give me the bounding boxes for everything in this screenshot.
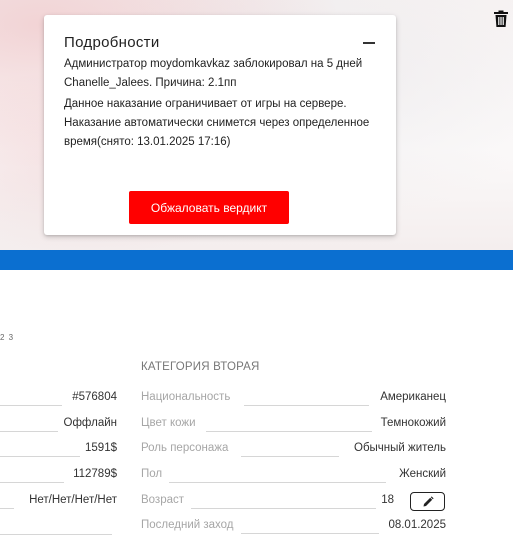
row-value: Темнокожий [380,417,446,429]
row-value: 1591$ [85,442,117,454]
row-divider [0,534,112,535]
character-role-row: Роль персонажа Обычный житель [141,442,446,460]
category-one-row: Нет/Нет/Нет/Нет [0,494,117,512]
row-label: Возраст [141,494,185,506]
category-one-row: Оффлайн [0,417,117,435]
row-divider [169,482,386,483]
row-divider [0,482,64,483]
row-divider [244,405,369,406]
row-value: Нет/Нет/Нет/Нет [29,494,117,506]
last-login-row: Последний заход 08.01.2025 [141,519,446,537]
row-label: Национальность [141,391,231,403]
row-label: Цвет кожи [141,417,196,429]
ban-info-text: Данное наказание ограничивает от игры на… [64,98,370,148]
category-one-row: 112789$ [0,468,117,486]
edit-age-button[interactable] [410,492,445,511]
category-two-title: КАТЕГОРИЯ ВТОРАЯ [141,361,260,373]
category-one-row [0,520,117,538]
row-divider [0,431,58,432]
row-divider [0,405,62,406]
nationality-row: Национальность Американец [141,391,446,409]
header-bar [0,250,513,270]
pager[interactable]: 2 3 [0,333,14,342]
row-value: Оффлайн [63,417,118,429]
row-label: Роль персонажа [141,442,229,454]
appeal-verdict-button[interactable]: Обжаловать вердикт [129,191,289,224]
row-value: Женский [399,468,446,480]
row-divider [191,508,376,509]
row-divider [241,456,339,457]
row-divider [206,431,372,432]
pencil-icon[interactable] [422,496,434,508]
row-divider [241,533,379,534]
minimize-button[interactable] [358,33,380,53]
row-value: #576804 [72,391,117,403]
card-title: Подробности [64,34,160,51]
gender-row: Пол Женский [141,468,446,486]
trash-icon[interactable] [493,10,509,28]
minus-icon[interactable] [363,42,375,44]
row-label: Последний заход [141,519,234,531]
row-value: 08.01.2025 [388,519,446,531]
punishment-details-card: Подробности Администратор moydomkavkaz з… [44,15,396,235]
row-divider [0,508,14,509]
age-row: Возраст 18 [141,494,394,512]
category-one-row: #576804 [0,391,117,409]
row-value: Обычный житель [354,442,446,454]
category-one-row: 1591$ [0,442,117,460]
row-value: Американец [380,391,446,403]
ban-reason-text: Администратор moydomkavkaz заблокировал … [64,58,363,89]
row-divider [0,456,80,457]
row-value: 112789$ [73,468,117,480]
row-label: Пол [141,468,163,480]
row-value: 18 [381,494,394,506]
skin-color-row: Цвет кожи Темнокожий [141,417,446,435]
